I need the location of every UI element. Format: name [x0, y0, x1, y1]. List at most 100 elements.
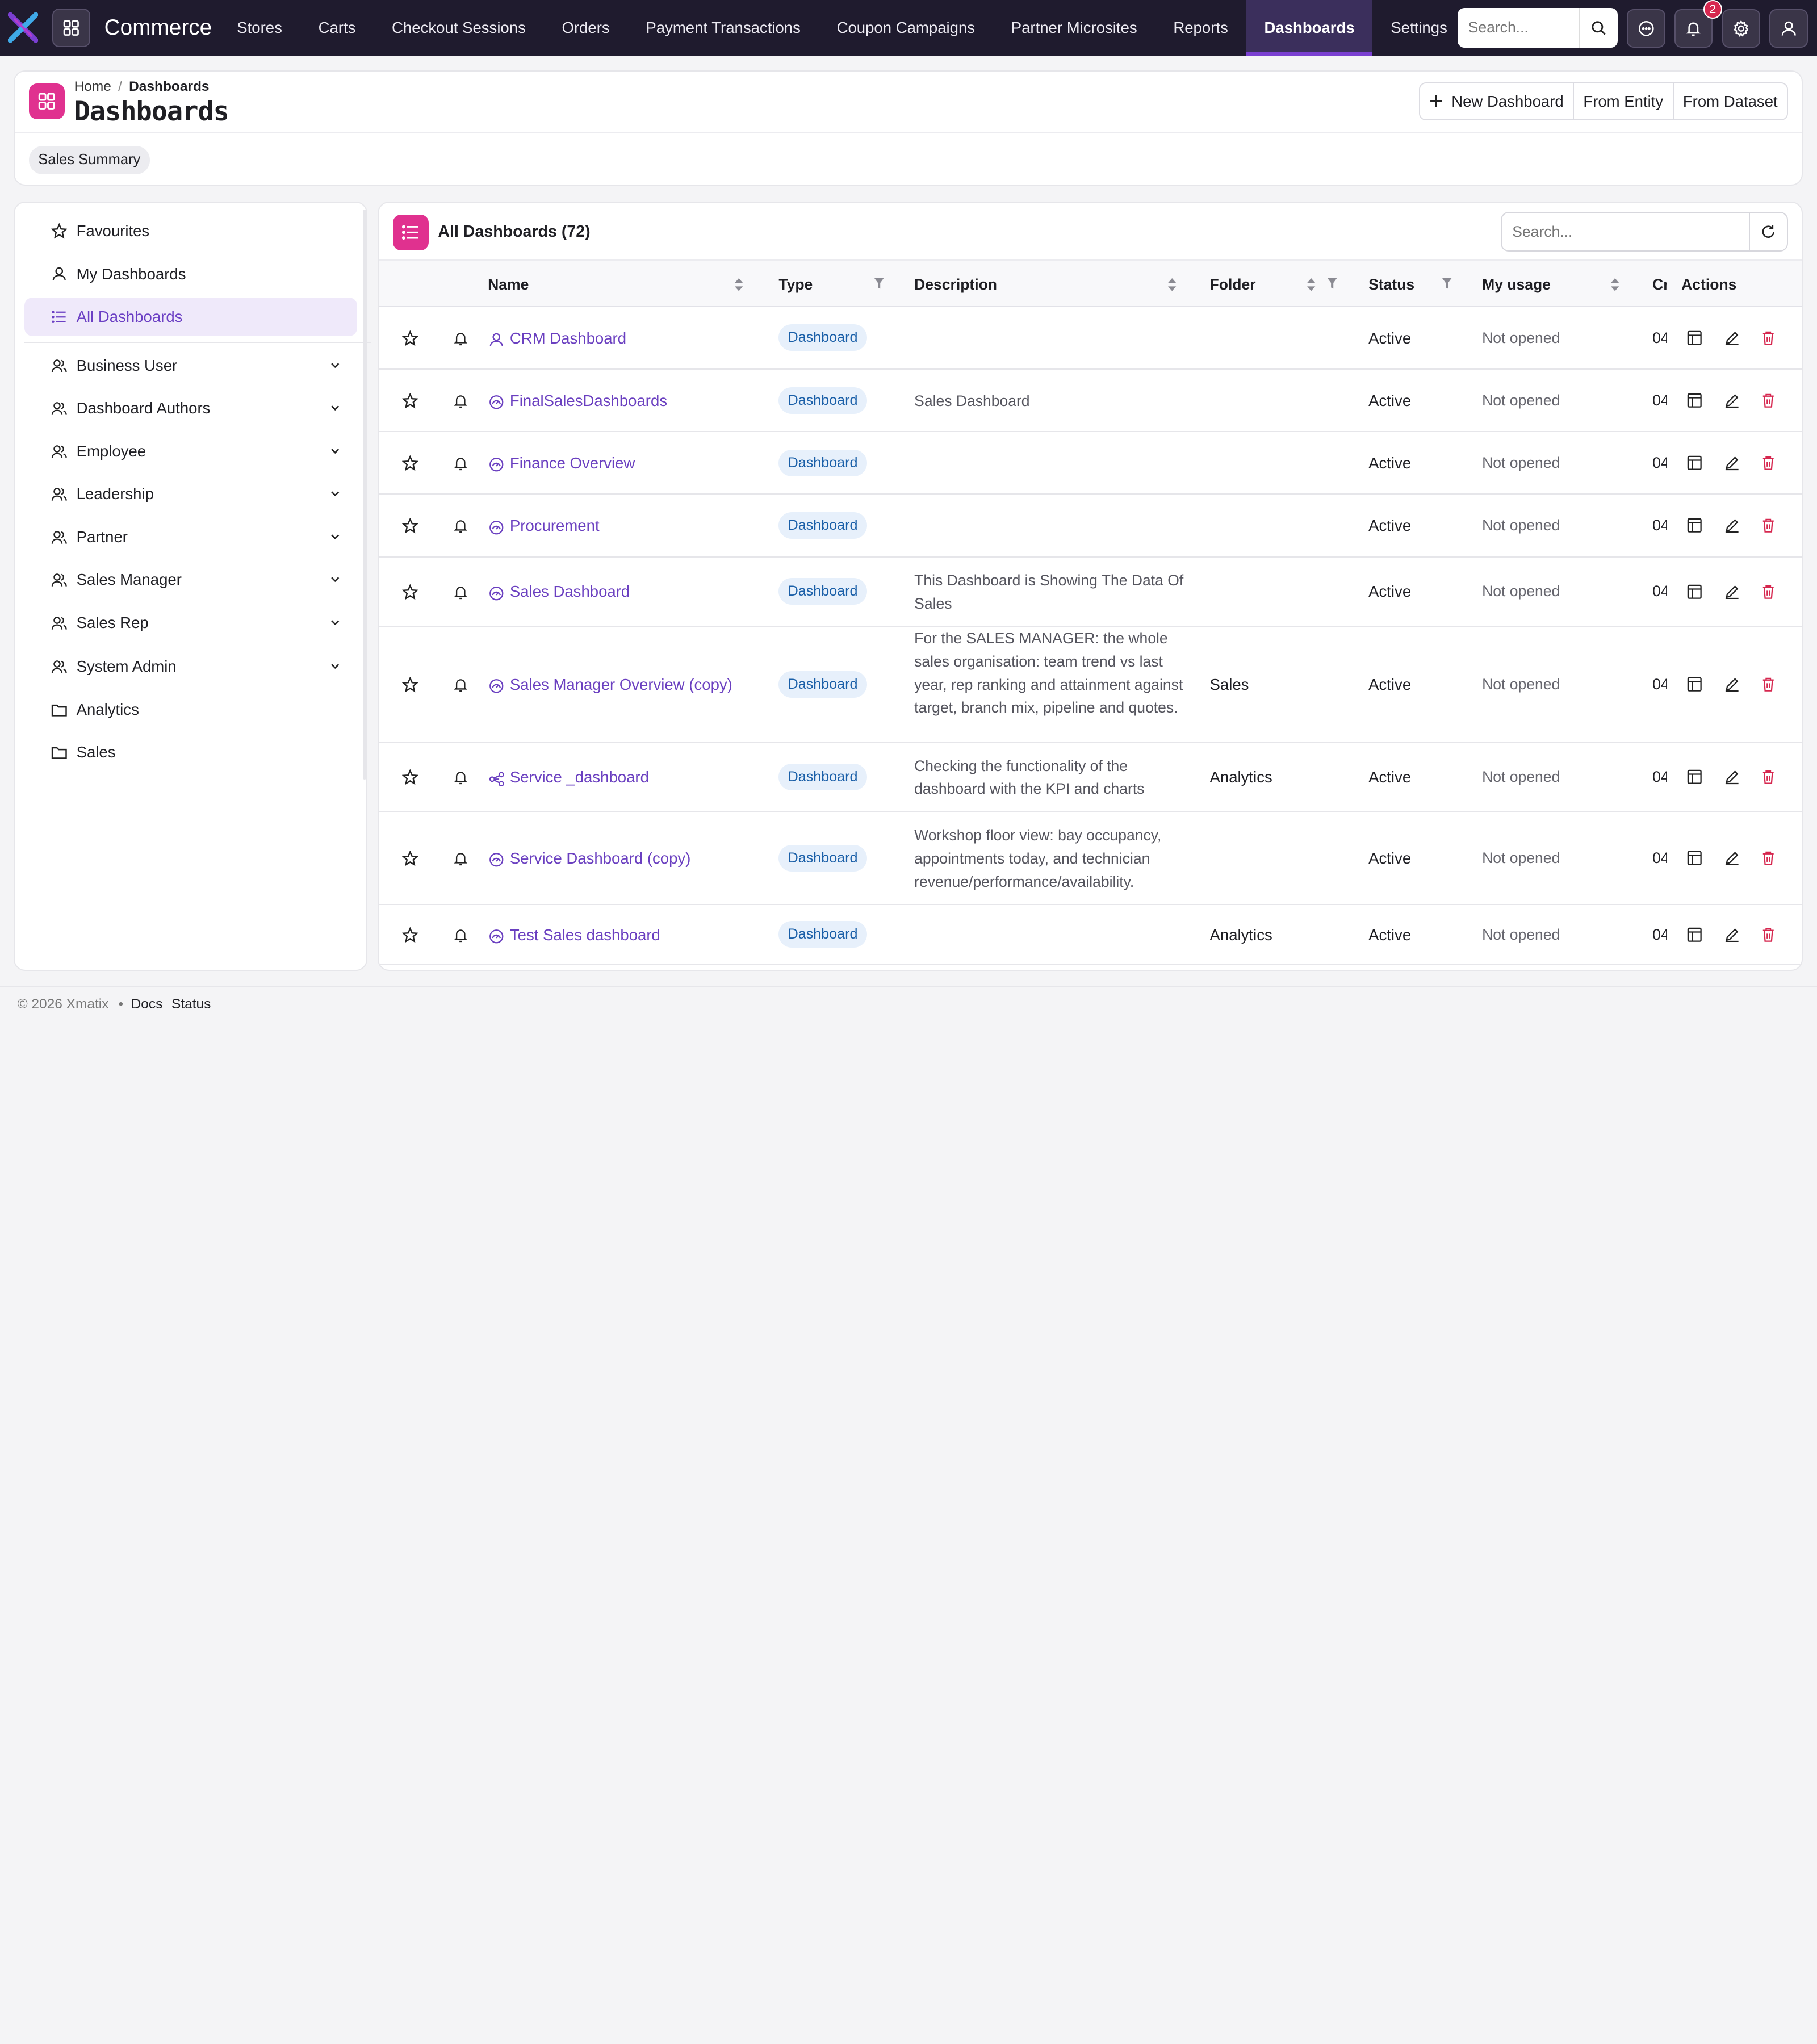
sidebar-group-leadership[interactable]: Leadership — [24, 475, 357, 513]
table-search-input[interactable] — [1501, 213, 1749, 250]
sidebar-group-sales-rep[interactable]: Sales Rep — [24, 604, 357, 642]
app-logo[interactable] — [0, 0, 47, 56]
sidebar-folder-sales[interactable]: Sales — [24, 734, 357, 772]
edit-pencil-icon[interactable] — [1724, 584, 1740, 600]
sidebar-group-business-user[interactable]: Business User — [24, 346, 357, 384]
layout-view-icon[interactable] — [1687, 330, 1702, 346]
column-header-description[interactable]: Description — [914, 276, 997, 294]
nav-item-settings[interactable]: Settings — [1372, 0, 1465, 56]
layout-view-icon[interactable] — [1687, 393, 1702, 408]
layout-view-icon[interactable] — [1687, 677, 1702, 692]
favourite-star-icon[interactable] — [402, 518, 418, 534]
sidebar-item-favourites[interactable]: Favourites — [24, 212, 357, 250]
table-row[interactable]: Service Dashboard (copy) Dashboard Worksho… — [379, 812, 1802, 905]
subscribe-bell-icon[interactable] — [453, 584, 468, 601]
column-header-name[interactable]: Name — [488, 276, 529, 294]
sidebar-group-sales-manager[interactable]: Sales Manager — [24, 561, 357, 599]
dashboard-name-link[interactable]: Test Sales dashboard — [510, 926, 660, 944]
column-header-type[interactable]: Type — [778, 276, 813, 294]
sidebar-item-my-dashboards[interactable]: My Dashboards — [24, 255, 357, 293]
edit-pencil-icon[interactable] — [1724, 769, 1740, 785]
favourite-star-icon[interactable] — [402, 584, 418, 601]
footer-docs-link[interactable]: Docs — [131, 996, 163, 1012]
sidebar-group-system-admin[interactable]: System Admin — [24, 648, 357, 686]
global-search-button[interactable] — [1578, 8, 1618, 48]
sales-summary-chip[interactable]: Sales Summary — [28, 146, 150, 174]
nav-item-carts[interactable]: Carts — [300, 0, 374, 56]
dashboard-name-link[interactable]: Service Dashboard (copy) — [510, 849, 690, 868]
app-launcher-button[interactable] — [52, 9, 91, 47]
nav-item-stores[interactable]: Stores — [219, 0, 300, 56]
nav-item-partner-microsites[interactable]: Partner Microsites — [993, 0, 1155, 56]
layout-view-icon[interactable] — [1687, 518, 1702, 533]
dashboard-name-link[interactable]: FinalSalesDashboards — [510, 392, 667, 410]
footer-status-link[interactable]: Status — [171, 996, 211, 1012]
edit-pencil-icon[interactable] — [1724, 851, 1740, 866]
subscribe-bell-icon[interactable] — [453, 677, 468, 693]
sidebar-scrollbar[interactable] — [362, 210, 366, 780]
user-menu-button[interactable] — [1769, 9, 1808, 48]
refresh-button[interactable] — [1748, 213, 1787, 250]
layout-view-icon[interactable] — [1687, 584, 1702, 600]
favourite-star-icon[interactable] — [402, 392, 418, 409]
layout-view-icon[interactable] — [1687, 455, 1702, 471]
layout-view-icon[interactable] — [1687, 769, 1702, 785]
nav-item-dashboards[interactable]: Dashboards — [1246, 0, 1373, 56]
from-entity-button[interactable]: From Entity — [1573, 83, 1673, 120]
sidebar-folder-analytics[interactable]: Analytics — [24, 690, 357, 728]
settings-button[interactable] — [1722, 9, 1760, 48]
sidebar-item-all-dashboards[interactable]: All Dashboards — [24, 298, 357, 336]
favourite-star-icon[interactable] — [402, 769, 418, 786]
breadcrumb-home[interactable]: Home — [74, 79, 111, 94]
sidebar-group-employee[interactable]: Employee — [24, 432, 357, 470]
table-row[interactable]: FinalSalesDashboards Dashboard Sales Dashb… — [379, 370, 1802, 433]
favourite-star-icon[interactable] — [402, 850, 418, 867]
from-dataset-button[interactable]: From Dataset — [1672, 83, 1787, 120]
delete-trash-icon[interactable] — [1761, 393, 1775, 408]
table-row[interactable]: Service _dashboard Dashboard Checking the … — [379, 743, 1802, 812]
dashboard-name-link[interactable]: Sales Manager Overview (copy) — [510, 676, 732, 694]
delete-trash-icon[interactable] — [1761, 330, 1775, 346]
favourite-star-icon[interactable] — [402, 455, 418, 472]
favourite-star-icon[interactable] — [402, 330, 418, 347]
table-row[interactable]: Sales Dashboard Dashboard This Dashboard i… — [379, 558, 1802, 627]
edit-pencil-icon[interactable] — [1724, 393, 1740, 408]
table-row[interactable]: Procurement Dashboard Active Not opened 04 — [379, 495, 1802, 558]
nav-item-checkout-sessions[interactable]: Checkout Sessions — [374, 0, 543, 56]
column-header-my-usage[interactable]: My usage — [1482, 276, 1551, 294]
edit-pencil-icon[interactable] — [1724, 677, 1740, 692]
delete-trash-icon[interactable] — [1761, 927, 1775, 943]
edit-pencil-icon[interactable] — [1724, 518, 1740, 533]
table-row[interactable]: CRM Dashboard Dashboard Active Not opened 04 — [379, 307, 1802, 370]
delete-trash-icon[interactable] — [1761, 584, 1775, 600]
subscribe-bell-icon[interactable] — [453, 518, 468, 534]
layout-view-icon[interactable] — [1687, 927, 1702, 943]
subscribe-bell-icon[interactable] — [453, 769, 468, 786]
edit-pencil-icon[interactable] — [1724, 330, 1740, 346]
delete-trash-icon[interactable] — [1761, 518, 1775, 533]
nav-item-payment-transactions[interactable]: Payment Transactions — [628, 0, 819, 56]
column-header-status[interactable]: Status — [1368, 276, 1414, 294]
column-header-created[interactable]: Cr — [1652, 276, 1666, 294]
sidebar-group-dashboard-authors[interactable]: Dashboard Authors — [24, 389, 357, 428]
table-row[interactable]: Sales Manager Overview (copy) Dashboard Fo… — [379, 627, 1802, 743]
delete-trash-icon[interactable] — [1761, 851, 1775, 866]
dashboard-name-link[interactable]: Finance Overview — [510, 454, 635, 472]
dashboard-name-link[interactable]: Procurement — [510, 517, 600, 535]
nav-item-orders[interactable]: Orders — [544, 0, 628, 56]
subscribe-bell-icon[interactable] — [453, 330, 468, 347]
favourite-star-icon[interactable] — [402, 927, 418, 944]
column-header-folder[interactable]: Folder — [1210, 276, 1256, 294]
notifications-button[interactable]: 2 — [1674, 0, 1722, 48]
subscribe-bell-icon[interactable] — [453, 851, 468, 867]
chat-button[interactable] — [1627, 9, 1665, 48]
global-search-input[interactable] — [1458, 8, 1579, 48]
nav-item-coupon-campaigns[interactable]: Coupon Campaigns — [819, 0, 993, 56]
sidebar-group-partner[interactable]: Partner — [24, 518, 357, 556]
delete-trash-icon[interactable] — [1761, 677, 1775, 692]
nav-item-reports[interactable]: Reports — [1155, 0, 1246, 56]
dashboard-name-link[interactable]: CRM Dashboard — [510, 329, 626, 347]
dashboard-name-link[interactable]: Sales Dashboard — [510, 583, 630, 601]
subscribe-bell-icon[interactable] — [453, 455, 468, 472]
table-row[interactable]: Finance Overview Dashboard Active Not opene… — [379, 432, 1802, 495]
